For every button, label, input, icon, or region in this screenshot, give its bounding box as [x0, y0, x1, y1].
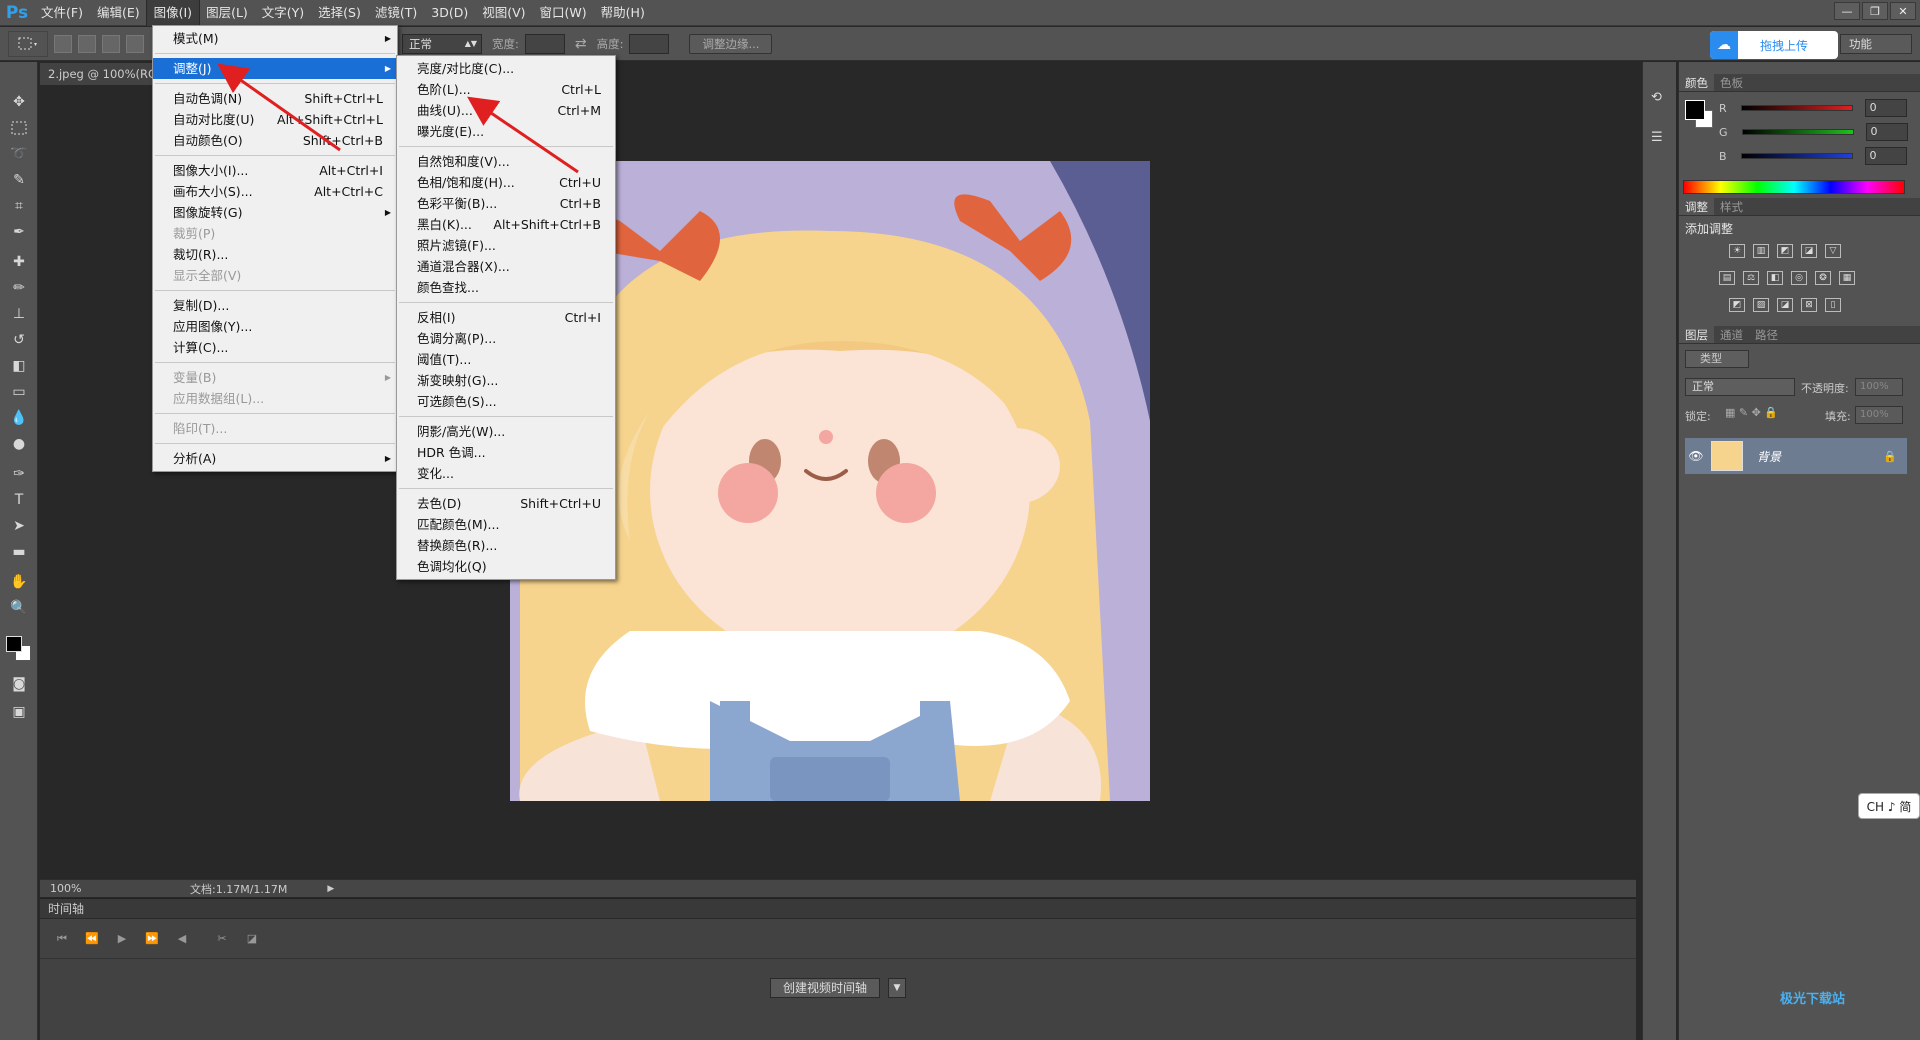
arrow-to-levels [467, 96, 579, 174]
annotation-arrows [217, 63, 579, 174]
watermark-text: 极光下载站 [1780, 992, 1846, 1007]
arrow-to-adjust [217, 63, 341, 152]
